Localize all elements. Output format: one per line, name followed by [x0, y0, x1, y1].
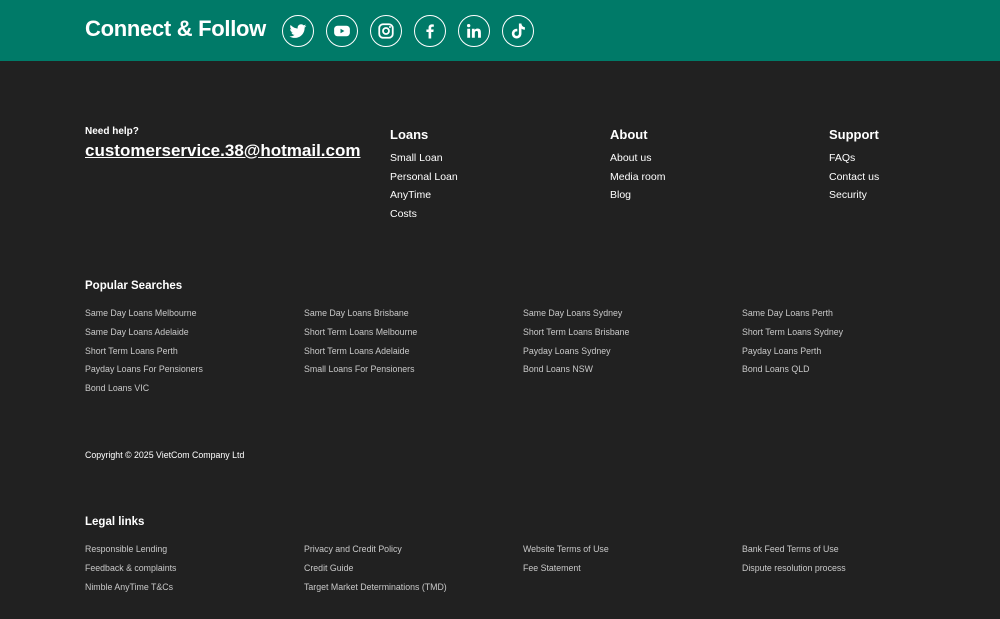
popular-searches-grid: Same Day Loans Melbourne Same Day Loans …	[85, 304, 965, 398]
youtube-link[interactable]	[326, 15, 358, 47]
popular-search-link[interactable]: Bond Loans NSW	[523, 360, 742, 379]
instagram-link[interactable]	[370, 15, 402, 47]
popular-search-link[interactable]: Short Term Loans Melbourne	[304, 323, 523, 342]
popular-search-link[interactable]: Same Day Loans Adelaide	[85, 323, 304, 342]
popular-search-link[interactable]: Short Term Loans Brisbane	[523, 323, 742, 342]
support-email-link[interactable]: customerservice.38@hotmail.com	[85, 141, 360, 161]
popular-search-link[interactable]: Same Day Loans Melbourne	[85, 304, 304, 323]
linkedin-icon	[467, 23, 481, 38]
support-link[interactable]: Contact us	[829, 168, 879, 187]
instagram-icon	[378, 23, 394, 39]
tiktok-link[interactable]	[502, 15, 534, 47]
facebook-link[interactable]	[414, 15, 446, 47]
popular-search-link[interactable]: Same Day Loans Perth	[742, 304, 961, 323]
popular-search-link[interactable]: Short Term Loans Sydney	[742, 323, 961, 342]
popular-search-link[interactable]: Same Day Loans Brisbane	[304, 304, 523, 323]
about-link[interactable]: Media room	[610, 168, 665, 187]
legal-link[interactable]: Nimble AnyTime T&Cs	[85, 578, 304, 597]
loans-column: Loans Small Loan Personal Loan AnyTime C…	[390, 127, 458, 224]
about-heading: About	[610, 127, 648, 142]
legal-link[interactable]: Privacy and Credit Policy	[304, 540, 523, 559]
linkedin-link[interactable]	[458, 15, 490, 47]
connect-follow-bar: Connect & Follow	[0, 0, 1000, 61]
about-column: About About us Media room Blog	[610, 127, 665, 205]
tiktok-icon	[511, 23, 525, 39]
twitter-link[interactable]	[282, 15, 314, 47]
legal-link[interactable]: Responsible Lending	[85, 540, 304, 559]
legal-link[interactable]: Target Market Determinations (TMD)	[304, 578, 523, 597]
support-link[interactable]: Security	[829, 186, 879, 205]
support-heading: Support	[829, 127, 879, 142]
youtube-icon	[334, 25, 350, 37]
legal-links-title: Legal links	[85, 516, 145, 528]
legal-link[interactable]: Bank Feed Terms of Use	[742, 540, 961, 559]
popular-search-link[interactable]: Short Term Loans Adelaide	[304, 342, 523, 361]
popular-search-link[interactable]: Short Term Loans Perth	[85, 342, 304, 361]
about-link[interactable]: About us	[610, 149, 665, 168]
about-link[interactable]: Blog	[610, 186, 665, 205]
popular-search-link[interactable]: Small Loans For Pensioners	[304, 360, 523, 379]
popular-search-link[interactable]: Bond Loans QLD	[742, 360, 961, 379]
popular-search-link[interactable]: Payday Loans Perth	[742, 342, 961, 361]
legal-link[interactable]: Website Terms of Use	[523, 540, 742, 559]
loans-link[interactable]: AnyTime	[390, 186, 458, 205]
loans-link[interactable]: Personal Loan	[390, 168, 458, 187]
popular-search-link[interactable]: Payday Loans For Pensioners	[85, 360, 304, 379]
legal-link[interactable]: Feedback & complaints	[85, 559, 304, 578]
popular-search-link[interactable]: Same Day Loans Sydney	[523, 304, 742, 323]
copyright-text: Copyright © 2025 VietCom Company Ltd	[85, 450, 245, 460]
popular-searches-title: Popular Searches	[85, 280, 183, 292]
popular-search-link[interactable]: Bond Loans VIC	[85, 379, 304, 398]
connect-follow-title: Connect & Follow	[85, 16, 266, 41]
support-column: Support FAQs Contact us Security	[829, 127, 879, 205]
legal-link[interactable]: Fee Statement	[523, 559, 742, 578]
facebook-icon	[426, 24, 434, 39]
legal-link[interactable]: Credit Guide	[304, 559, 523, 578]
need-help-label: Need help?	[85, 126, 139, 137]
legal-link[interactable]: Dispute resolution process	[742, 559, 961, 578]
legal-links-grid: Responsible Lending Privacy and Credit P…	[85, 540, 965, 596]
loans-heading: Loans	[390, 127, 429, 142]
loans-link[interactable]: Small Loan	[390, 149, 458, 168]
support-link[interactable]: FAQs	[829, 149, 879, 168]
twitter-icon	[289, 24, 307, 38]
popular-search-link[interactable]: Payday Loans Sydney	[523, 342, 742, 361]
loans-link[interactable]: Costs	[390, 205, 458, 224]
